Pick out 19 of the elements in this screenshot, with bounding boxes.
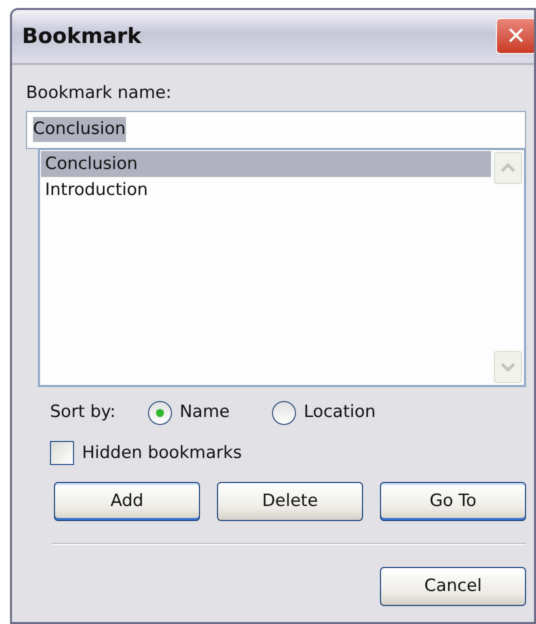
radio-button[interactable] xyxy=(148,400,172,424)
bookmark-list[interactable]: Conclusion Introduction xyxy=(38,148,526,386)
list-item[interactable]: Introduction xyxy=(41,176,491,202)
dialog-button[interactable]: Add xyxy=(54,482,200,521)
list-item[interactable]: Conclusion xyxy=(41,150,491,176)
window-title: Bookmark xyxy=(22,22,142,50)
close-button[interactable]: ✕ xyxy=(496,18,534,54)
radio-label[interactable]: Name xyxy=(180,400,230,426)
dialog-button[interactable]: Go To xyxy=(380,482,526,521)
radio-label[interactable]: Location xyxy=(304,400,376,426)
field-value: Conclusion xyxy=(33,116,126,142)
sort-label: Sort by: xyxy=(50,400,116,424)
checkbox[interactable] xyxy=(50,441,74,466)
dialog-button[interactable]: Delete xyxy=(217,482,363,521)
bookmark-name-field[interactable]: Conclusion xyxy=(26,110,526,148)
field-label: Bookmark name: xyxy=(26,82,172,105)
cancel-button[interactable]: Cancel xyxy=(380,567,526,606)
radio-button[interactable] xyxy=(272,400,296,424)
checkbox-label[interactable]: Hidden bookmarks xyxy=(82,440,242,466)
